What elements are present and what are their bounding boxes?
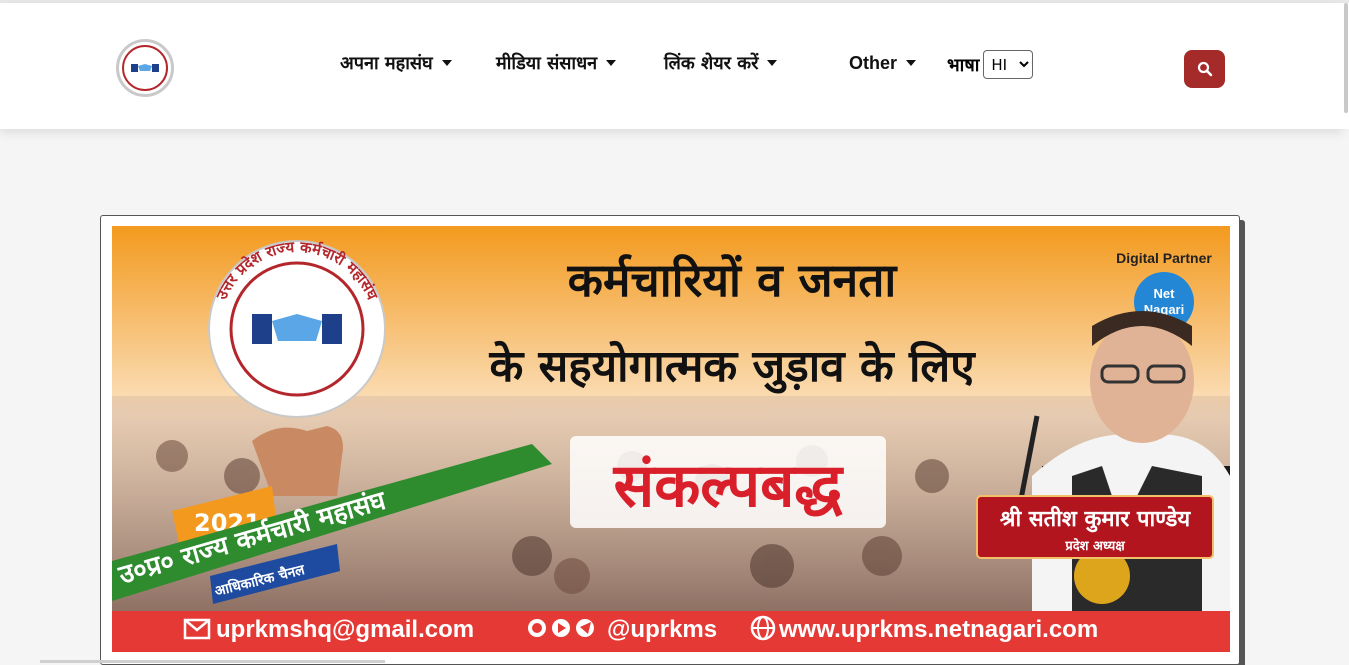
menu-label: Other [849,52,898,73]
language-label: भाषा [947,54,980,76]
language-selector: भाषा HI [947,50,1034,79]
logo-emblem [122,45,168,91]
partner-name-1: Net [1154,286,1176,301]
search-icon [1197,61,1212,77]
site-logo[interactable] [116,39,174,97]
vertical-scrollbar[interactable] [1343,3,1349,129]
language-select[interactable]: HI [983,50,1034,79]
menu-other[interactable]: Other [849,3,917,123]
navbar: अपना महासंघ मीडिया संसाधन लिंक शेयर करें… [0,3,1343,129]
menu-media-sansadhan[interactable]: मीडिया संसाधन [496,3,617,123]
social-handle: @uprkms [607,616,717,643]
headline-line-2: के सहयोगात्मक जुड़ाव के लिए [488,340,976,394]
partner-label: Digital Partner [1116,250,1212,266]
scrollbar-thumb[interactable] [1344,3,1348,113]
banner-image: उत्तर प्रदेश राज्य कर्मचारी महासंघ 2021 … [112,226,1230,652]
handshake-icon [131,64,159,72]
menu-apna-mahasangh[interactable]: अपना महासंघ [340,3,452,123]
person-name: श्री सतीश कुमार पाण्डेय [1000,505,1191,533]
caret-down-icon [441,60,452,66]
caret-down-icon [606,60,617,66]
caret-down-icon [767,60,778,66]
website-text: www.uprkms.netnagari.com [778,616,1098,643]
highlight-text: संकल्पबद्ध [613,451,845,521]
person-title: प्रदेश अध्यक्ष [1064,538,1125,554]
menu-label: मीडिया संसाधन [496,53,598,74]
menu-label: लिंक शेयर करें [664,53,759,74]
menu-label: अपना महासंघ [340,53,433,74]
social-icons [528,619,594,637]
email-text: uprkmshq@gmail.com [216,616,474,643]
menu-link-share[interactable]: लिंक शेयर करें [664,3,778,123]
caret-down-icon [906,60,917,66]
search-button[interactable] [1184,50,1225,88]
headline-line-1: कर्मचारियों व जनता [567,253,899,307]
banner-graphic: उत्तर प्रदेश राज्य कर्मचारी महासंघ 2021 … [112,226,1230,652]
banner-card: उत्तर प्रदेश राज्य कर्मचारी महासंघ 2021 … [100,215,1240,665]
mahasangh-logo: उत्तर प्रदेश राज्य कर्मचारी महासंघ [208,238,386,418]
